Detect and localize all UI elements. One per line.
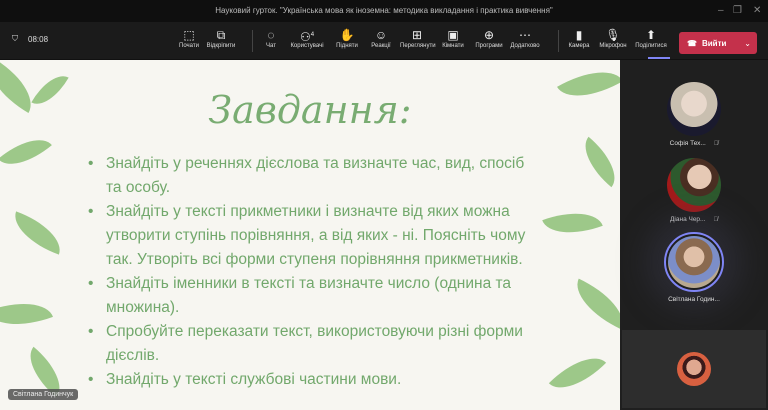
toolbar-button-label: Камера	[568, 43, 590, 49]
shield-icon: ⛉	[12, 34, 18, 43]
toolbar-button-8[interactable]: ⊕ Програми	[472, 27, 506, 49]
window-title: Науковий гурток. "Українська мова як іно…	[215, 6, 553, 15]
toolbar-button-label: Програми	[475, 43, 503, 49]
toolbar-button-5[interactable]: ☺ Реакції	[364, 27, 398, 49]
chat-icon: ◌	[267, 28, 275, 42]
toolbar-button-label: Користувачі	[290, 43, 324, 49]
toolbar-button-label: Додатково	[510, 43, 540, 49]
toolbar-button-2[interactable]: ◌ Чат	[254, 27, 288, 49]
shared-slide: Завдання: Знайдіть у реченнях дієслова т…	[0, 60, 620, 410]
participant-name: Діана Чер...	[670, 216, 706, 223]
participant-name: Софія Тех...	[669, 140, 706, 147]
task-item: Знайдіть у реченнях дієслова та визначте…	[88, 152, 528, 200]
task-item: Знайдіть у тексті прикметники і визначте…	[88, 200, 528, 272]
mic-icon: 🎙	[605, 28, 621, 42]
toolbar-button-6[interactable]: ⊞ Переглянути	[400, 27, 436, 49]
toolbar-button-label: Почати	[179, 43, 199, 49]
more-icon: ⋯	[519, 28, 531, 42]
toolbar-button-label: Кімнати	[442, 43, 464, 49]
avatar	[677, 352, 711, 386]
people-icon: ⚇4	[299, 30, 315, 44]
participant-tile-speaking[interactable]: Світлана Годин...	[620, 232, 768, 303]
close-button[interactable]: ✕	[753, 0, 761, 22]
self-view[interactable]	[622, 330, 766, 408]
participant-tile[interactable]: Діана Чер... 🎙̸	[620, 158, 768, 223]
presenter-name-tag: Світлана Годинчук	[8, 389, 79, 400]
toolbar-button-12[interactable]: ⬆ Поділитися	[634, 27, 668, 49]
mic-off-icon: 🎙̸	[713, 141, 719, 147]
toolbar-button-9[interactable]: ⋯ Додатково	[508, 27, 542, 49]
toolbar-button-4[interactable]: ✋ Підняти	[330, 27, 364, 49]
maximize-button[interactable]: ❐	[733, 0, 742, 22]
popout-icon: ⧉	[216, 28, 226, 42]
phone-icon: ☎	[687, 38, 697, 48]
grid-icon: ⊞	[411, 28, 423, 42]
toolbar-button-label: Підняти	[336, 43, 358, 49]
meeting-toolbar: ⛉ 08:08 ⬚ Почати ⧉ Відкріпити ◌ Чат ⚇4 Користува…	[0, 22, 768, 60]
chevron-down-icon[interactable]: ⌄	[744, 39, 751, 48]
speaking-ring	[664, 232, 724, 292]
toolbar-button-1[interactable]: ⧉ Відкріпити	[204, 27, 238, 49]
toolbar-button-10[interactable]: ▮ Камера	[562, 27, 596, 49]
leave-button[interactable]: ☎ Вийти ⌄	[679, 32, 757, 54]
meeting-timer: 08:08	[28, 34, 49, 44]
toolbar-button-11[interactable]: 🎙 Мікрофон	[596, 27, 630, 49]
mic-off-icon: 🎙̸	[713, 217, 718, 223]
toolbar-button-0[interactable]: ⬚ Почати	[172, 27, 206, 49]
apps-icon: ⊕	[483, 28, 495, 42]
camera-off-icon: ▮	[575, 28, 583, 42]
people-count-badge: 4	[310, 32, 315, 38]
task-list: Знайдіть у реченнях дієслова та визначте…	[88, 152, 528, 392]
toolbar-button-label: Поділитися	[635, 43, 667, 49]
smile-icon: ☺	[374, 28, 388, 42]
hand-icon: ✋	[339, 28, 355, 42]
avatar	[667, 158, 721, 212]
title-bar: Науковий гурток. "Українська мова як іно…	[0, 0, 768, 22]
task-item: Знайдіть іменники в тексті та визначте ч…	[88, 272, 528, 320]
share-active-indicator	[648, 57, 670, 59]
participant-tile[interactable]: Софія Тех... 🎙̸	[620, 82, 768, 147]
toolbar-button-label: Переглянути	[400, 43, 436, 49]
toolbar-button-3[interactable]: ⚇4 Користувачі	[290, 27, 324, 49]
toolbar-button-7[interactable]: ▣ Кімнати	[436, 27, 470, 49]
toolbar-button-label: Реакції	[371, 43, 391, 49]
avatar	[667, 82, 721, 136]
rooms-icon: ▣	[447, 28, 459, 42]
toolbar-button-label: Мікрофон	[599, 43, 627, 49]
task-item: Знайдіть у тексті службові частини мови.	[88, 368, 528, 392]
avatar	[668, 236, 720, 288]
slide-title: Завдання:	[208, 88, 412, 132]
share-icon: ⬆	[645, 28, 657, 42]
participant-name: Світлана Годин...	[668, 296, 720, 303]
leave-label: Вийти	[701, 38, 727, 48]
task-item: Спробуйте переказати текст, використовую…	[88, 320, 528, 368]
toolbar-button-label: Чат	[266, 43, 276, 49]
minimize-button[interactable]: –	[718, 0, 724, 22]
record-icon: ⬚	[183, 28, 195, 42]
toolbar-button-label: Відкріпити	[206, 43, 236, 49]
